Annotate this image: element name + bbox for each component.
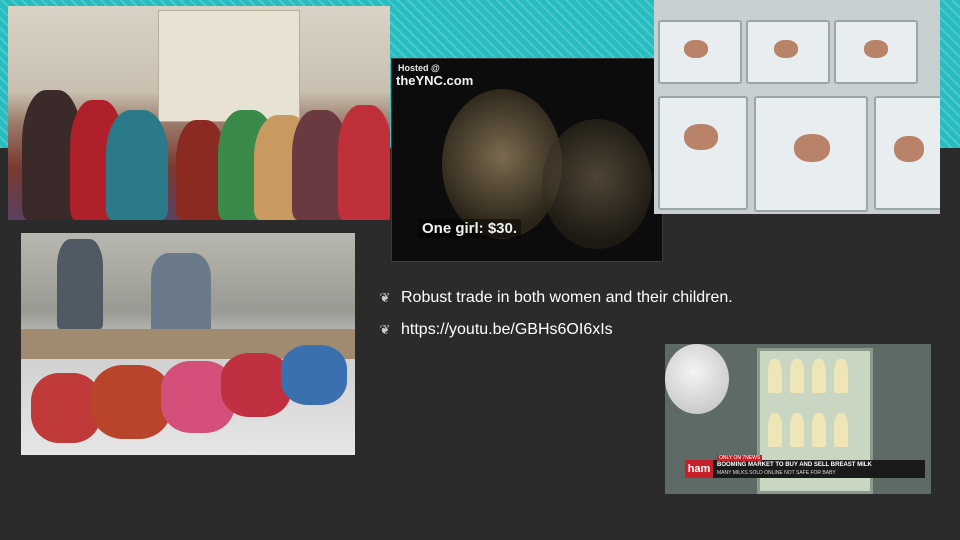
photo-breast-milk-news: ham ONLY ON 7NEWS BOOMING MARKET TO BUY … [665, 344, 931, 494]
watermark-hosted: Hosted @ [398, 63, 440, 73]
baby [894, 136, 924, 162]
milk-bottle [812, 413, 826, 447]
wrapped-baby [91, 365, 171, 439]
video-link[interactable]: https://youtu.be/GBHs6OI6xIs [401, 321, 613, 339]
leaf-icon: ❦ [379, 322, 391, 337]
milk-bottle [768, 359, 782, 393]
baby [684, 124, 718, 150]
cabinet [158, 10, 300, 122]
hair-net [665, 344, 729, 414]
milk-bottle [834, 413, 848, 447]
bullet-text: Robust trade in both women and their chi… [401, 289, 733, 306]
figure [106, 110, 168, 220]
milk-bottle [812, 359, 826, 393]
figure [338, 105, 390, 220]
wrapped-baby [281, 345, 347, 405]
baby [774, 40, 798, 58]
leaf-icon: ❦ [379, 290, 391, 305]
news-subline: MANY MILKS SOLD ONLINE NOT SAFE FOR BABY [717, 470, 836, 476]
photo-women-in-clinic [8, 6, 390, 220]
photo-video-still: Hosted @ theYNC.com One girl: $30. [391, 58, 663, 262]
photo-newborns-in-bassinets [654, 0, 940, 214]
news-headline: BOOMING MARKET TO BUY AND SELL BREAST MI… [717, 462, 872, 468]
baby [864, 40, 888, 58]
milk-bottle [768, 413, 782, 447]
figure [57, 239, 103, 329]
milk-bottle [790, 413, 804, 447]
face [542, 119, 652, 249]
bullet-item: ❦ Robust trade in both women and their c… [378, 284, 818, 312]
milk-bottle [790, 359, 804, 393]
news-logo: ham [685, 460, 713, 478]
baby [794, 134, 830, 162]
bassinet [658, 96, 748, 210]
figure [151, 253, 211, 333]
milk-bottle [834, 359, 848, 393]
video-caption: One girl: $30. [418, 219, 522, 238]
watermark-site: theYNC.com [396, 73, 474, 88]
baby [684, 40, 708, 58]
photo-babies-on-bed [21, 233, 355, 455]
bullet-list: ❦ Robust trade in both women and their c… [378, 284, 818, 348]
bullet-item[interactable]: ❦ https://youtu.be/GBHs6OI6xIs [378, 316, 818, 344]
